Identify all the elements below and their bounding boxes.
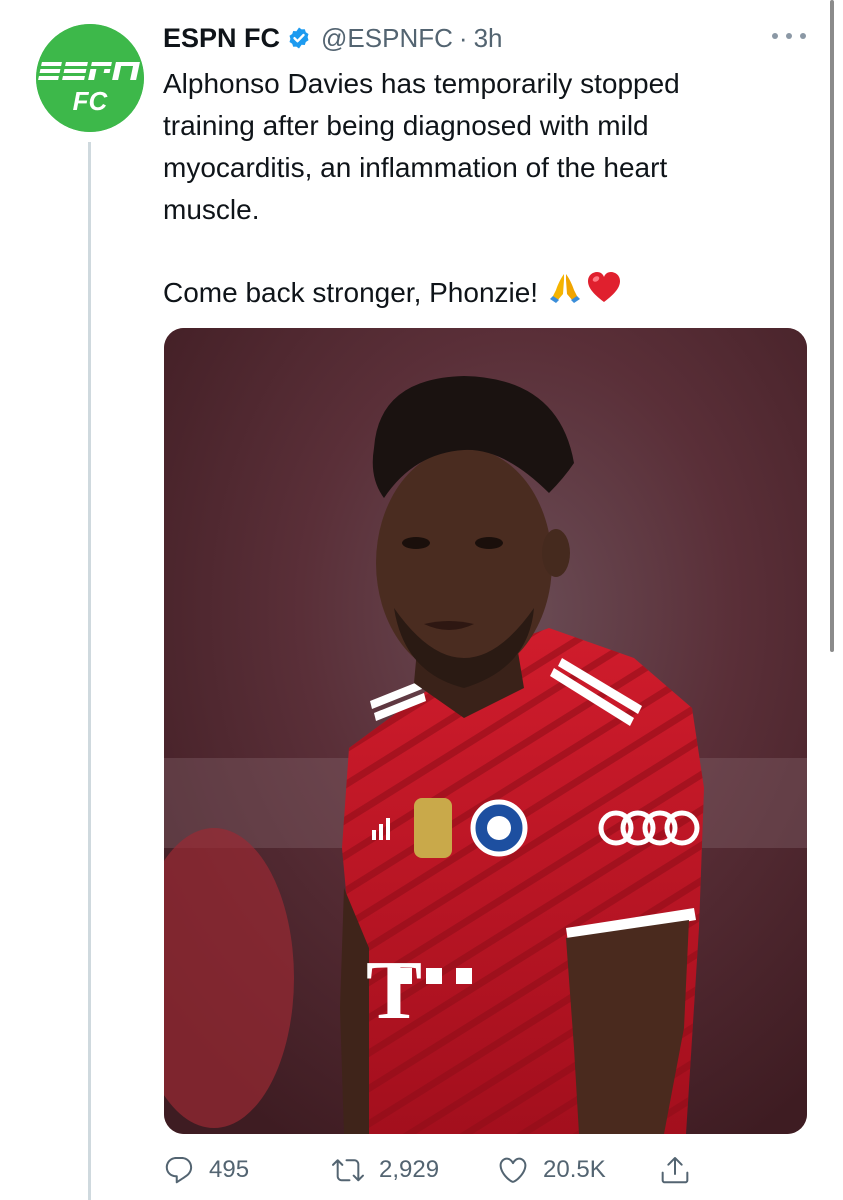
display-name[interactable]: ESPN FC (163, 23, 280, 54)
logo-fc-text: FC (73, 86, 109, 116)
reply-count: 495 (209, 1156, 250, 1183)
tweet-header: ESPN FC @ESPNFC · 3h (163, 18, 502, 58)
scrollbar[interactable] (830, 0, 834, 652)
separator-dot: · (458, 22, 468, 53)
more-options-icon[interactable] (772, 26, 806, 46)
tweet-media-image[interactable]: T (164, 328, 807, 1134)
retweet-button[interactable]: 2,929 (331, 1148, 439, 1192)
reply-icon (165, 1156, 193, 1184)
verified-badge-icon (287, 26, 311, 50)
like-button[interactable]: 20.5K (497, 1148, 606, 1192)
player-photo: T (164, 328, 807, 1134)
folded-hands-emoji-icon (548, 270, 582, 316)
tweet-text-line: muscle. (163, 194, 260, 225)
user-handle[interactable]: @ESPNFC (321, 23, 453, 54)
tweet-text-line: training after being diagnosed with mild (163, 110, 649, 141)
tweet-text: Alphonso Davies has temporarily stopped … (163, 63, 803, 231)
share-button[interactable] (659, 1148, 691, 1192)
tweet-timestamp[interactable]: 3h (474, 23, 503, 54)
retweet-icon (332, 1159, 364, 1182)
share-icon (661, 1157, 689, 1184)
sponsor-t-text: T (366, 944, 422, 1037)
retweet-count: 2,929 (379, 1156, 440, 1183)
tweet-text-line: myocarditis, an inflammation of the hear… (163, 152, 668, 183)
tweet-text-second-paragraph: Come back stronger, Phonzie! (163, 270, 622, 316)
like-count: 20.5K (543, 1156, 606, 1183)
reply-button[interactable]: 495 (163, 1148, 249, 1192)
heart-icon (499, 1157, 527, 1183)
thread-connector-line (88, 142, 91, 1200)
tweet-text-line: Alphonso Davies has temporarily stopped (163, 68, 680, 99)
avatar[interactable]: FC (36, 24, 144, 132)
tweet-actions-bar: 495 2,929 20.5K (163, 1148, 723, 1192)
espn-fc-logo: FC (36, 24, 144, 132)
tweet-text-line: Come back stronger, Phonzie! (163, 277, 539, 308)
red-heart-emoji-icon (586, 270, 622, 316)
